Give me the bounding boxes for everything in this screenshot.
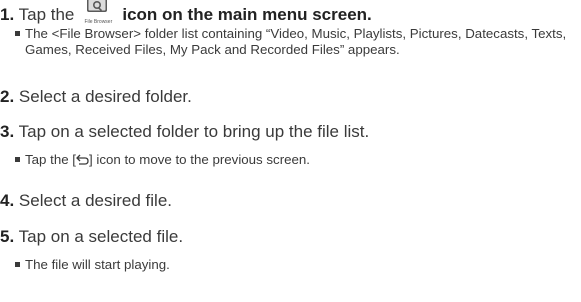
step-number: 5. [0,227,15,246]
step-1: 1. Tap the File Browser icon on the main … [0,0,372,25]
file-browser-icon: File Browser [76,0,120,25]
back-icon [76,153,89,169]
step-text: Tap on a selected folder to bring up the… [18,122,370,141]
bullet-mark [15,262,20,267]
step-3: 3. Tap on a selected folder to bring up … [0,122,369,142]
bullet-mark [15,157,20,162]
step-1-bullet: The <File Browser> folder list containin… [15,26,575,58]
step-2: 2. Select a desired folder. [0,87,192,107]
step-text: Select a desired file. [18,191,173,210]
step-text-bold: icon on the main menu screen. [122,5,372,24]
step-number: 4. [0,191,15,210]
bullet-text: Tap the [ ] icon to move to the previous… [25,152,311,169]
step-5: 5. Tap on a selected file. [0,227,183,247]
step-text: Tap the [18,5,75,24]
bullet-mark [15,31,20,36]
step-3-bullet: Tap the [ ] icon to move to the previous… [15,152,575,169]
icon-caption: File Browser [84,19,113,25]
step-text: Select a desired folder. [18,87,192,106]
step-4: 4. Select a desired file. [0,191,172,211]
bullet-text: The <File Browser> folder list containin… [25,26,567,57]
step-number: 3. [0,122,15,141]
step-number: 2. [0,87,15,106]
instructions-page: 1. Tap the File Browser icon on the main … [0,0,581,302]
step-number: 1. [0,5,15,24]
step-5-bullet: The file will start playing. [15,257,575,273]
bullet-text: The file will start playing. [25,257,170,272]
step-text: Tap on a selected file. [18,227,184,246]
